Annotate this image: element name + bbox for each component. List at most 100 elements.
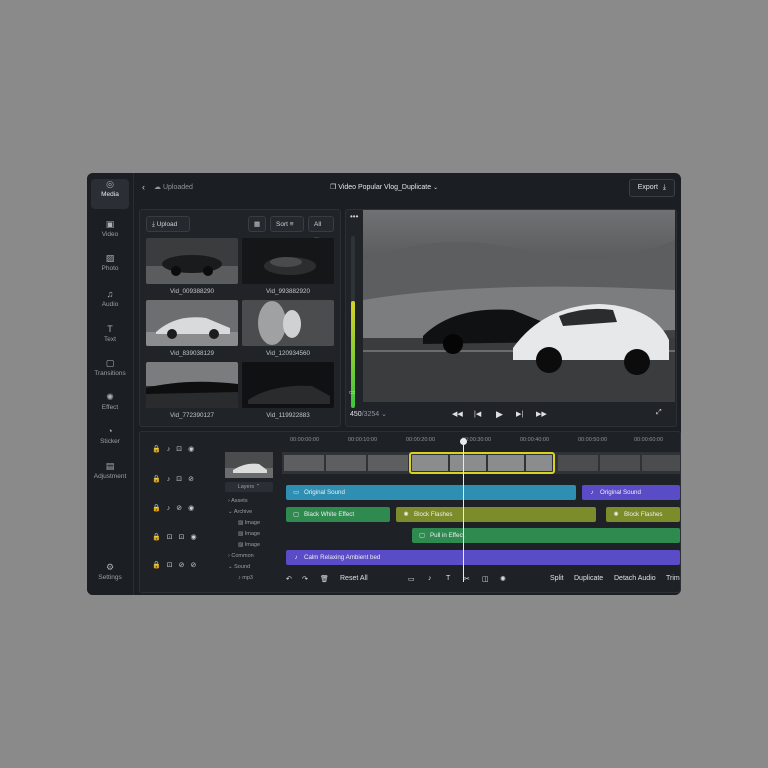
clip-original-sound-1[interactable]: ▭ Original Sound	[286, 485, 576, 500]
media-caption-2: Vid_993882920	[265, 288, 310, 295]
nav-text[interactable]: T Text	[91, 324, 129, 354]
nav-transitions-label: Transitions	[94, 370, 126, 377]
frame-total: /3254	[361, 411, 380, 418]
clip-black-white-effect[interactable]: ▢ Black White Effect	[286, 507, 390, 522]
clip-label: Calm Relaxing Ambient bed	[304, 554, 381, 561]
effect-icon: ▢	[419, 532, 425, 539]
nav-video[interactable]: ▣ Video	[91, 219, 129, 249]
effect-tool-icon[interactable]: ✺	[500, 575, 506, 583]
adjustment-icon: ▤	[105, 461, 115, 471]
ruler-tick-1: 00:00:10:00	[348, 437, 378, 443]
upload-button[interactable]: ⤓ Upload	[146, 216, 190, 232]
tree-image-2[interactable]: ▨ Image	[238, 531, 260, 537]
tree-mp3[interactable]: ♪ mp3	[238, 575, 253, 581]
rewind-icon[interactable]: ◀◀	[452, 410, 463, 418]
split-button[interactable]: Split	[550, 575, 564, 582]
media-caption-6: Vid_119922883	[266, 412, 310, 419]
tree-image-3[interactable]: ▨ Image	[238, 542, 260, 548]
track-controls-4[interactable]: 🔒⊡⊡◉	[152, 533, 203, 541]
video-preview[interactable]	[363, 210, 675, 402]
clip-pull-in-effect[interactable]: ▢ Pull in Effect	[412, 528, 680, 543]
tree-assets[interactable]: › Assets	[228, 498, 248, 504]
video-editor-window: ◎ Media ▣ Video ▨ Photo ♫ Audio T Text ▢…	[87, 173, 681, 595]
trim-button[interactable]: Trim	[666, 575, 680, 582]
clip-block-flashes-1[interactable]: ✺ Block Flashes	[396, 507, 596, 522]
photo-icon: ▨	[105, 253, 115, 263]
preview-panel: ••• ▭ 450/3254 ⌄ ◀◀ |◀ ▶ ▶| ▶▶ ⤢	[345, 209, 677, 427]
nav-photo[interactable]: ▨ Photo	[91, 253, 129, 283]
media-thumb-5[interactable]	[146, 362, 238, 408]
reset-all-button[interactable]: Reset All	[340, 575, 368, 582]
project-title[interactable]: ❐ Video Popular Vlog_Duplicate ⌄	[330, 183, 438, 191]
effect-icon: ✺	[106, 392, 114, 402]
layer-thumb-image[interactable]	[225, 452, 273, 478]
clip-ambient-bed[interactable]: ♪ Calm Relaxing Ambient bed	[286, 550, 680, 565]
back-button[interactable]: ‹	[142, 182, 145, 192]
frame-current: 450	[350, 411, 362, 418]
upload-icon: ⤓	[152, 221, 155, 228]
layers-dropdown[interactable]: Layers ⌃	[225, 482, 273, 492]
more-icon[interactable]: •••	[350, 212, 358, 221]
sort-button[interactable]: Sort ≡	[270, 216, 304, 232]
nav-sticker[interactable]: ◔ Sticker	[91, 426, 129, 456]
play-icon[interactable]: ▶	[496, 409, 503, 420]
track-controls-2[interactable]: 🔒♪⊡⊘	[152, 475, 200, 483]
media-thumb-1[interactable]	[146, 238, 238, 284]
filter-button[interactable]: All ▽	[308, 216, 334, 244]
upload-status-label: Uploaded	[162, 184, 193, 191]
clip-original-sound-2[interactable]: ♪ Original Sound	[582, 485, 680, 500]
redo-icon[interactable]: ↷	[302, 575, 308, 583]
nav-adjustment[interactable]: ▤ Adjustment	[91, 461, 129, 491]
video-track-strip[interactable]	[282, 452, 680, 474]
media-thumb-6[interactable]	[242, 362, 334, 408]
media-thumb-3[interactable]	[146, 300, 238, 346]
detach-audio-button[interactable]: Detach Audio	[614, 575, 656, 582]
track-controls-1[interactable]: 🔒♪⊡◉	[152, 445, 200, 453]
undo-icon[interactable]: ↶	[286, 575, 292, 583]
sticker-icon: ◔	[107, 426, 113, 436]
layers-label: Layers	[237, 484, 255, 490]
tree-sound[interactable]: ⌄ Sound	[228, 564, 250, 570]
video-icon: ▭	[293, 489, 299, 496]
grid-view-button[interactable]: ▦	[248, 216, 266, 232]
media-thumb-4[interactable]	[242, 300, 334, 346]
text-tool-icon[interactable]: T	[446, 575, 450, 582]
nav-effect[interactable]: ✺ Effect	[91, 392, 129, 422]
tree-archive[interactable]: ⌄ Archive	[228, 509, 252, 515]
nav-audio[interactable]: ♫ Audio	[91, 289, 129, 319]
nav-settings[interactable]: ⚙ Settings	[91, 562, 129, 592]
trash-icon[interactable]: 🗑	[320, 575, 329, 583]
clip-label: Original Sound	[304, 489, 345, 496]
clip-block-flashes-2[interactable]: ✺ Block Flashes	[606, 507, 680, 522]
fullscreen-icon[interactable]: ⤢	[656, 409, 662, 417]
nav-media[interactable]: ◎ Media	[91, 179, 129, 209]
audio-tool-icon[interactable]: ♪	[428, 575, 432, 582]
thumb-image-6	[242, 362, 334, 408]
nav-text-label: Text	[104, 336, 116, 343]
tree-common-label: Common	[231, 553, 254, 559]
thumb-image-5	[146, 362, 238, 408]
music-icon: ♪	[590, 489, 594, 496]
media-thumb-2[interactable]	[242, 238, 334, 284]
thumb-image-1	[146, 238, 238, 284]
step-back-icon[interactable]: |◀	[474, 410, 481, 418]
fast-forward-icon[interactable]: ▶▶	[536, 410, 547, 418]
track-controls-5[interactable]: 🔒⊡⊘⊘	[152, 561, 202, 569]
camera-icon[interactable]: ▭	[349, 388, 356, 396]
video-tool-icon[interactable]: ▭	[408, 575, 415, 583]
tree-mp3-label: mp3	[242, 575, 253, 581]
nav-transitions[interactable]: ▢ Transitions	[91, 358, 129, 388]
transitions-icon: ▢	[105, 358, 115, 368]
nav-sticker-label: Sticker	[100, 438, 120, 445]
tree-common[interactable]: › Common	[228, 553, 254, 559]
crop-icon[interactable]: ◫	[482, 575, 489, 583]
scissors-icon[interactable]: ✂	[464, 575, 470, 583]
text-icon: T	[107, 324, 113, 334]
step-forward-icon[interactable]: ▶|	[516, 410, 523, 418]
tree-image-1[interactable]: ▨ Image	[238, 520, 260, 526]
duplicate-button[interactable]: Duplicate	[574, 575, 603, 582]
chevron-down-icon[interactable]: ⌄	[381, 411, 387, 418]
export-button[interactable]: Export ⤓	[628, 179, 675, 197]
playhead[interactable]	[460, 438, 467, 582]
track-controls-3[interactable]: 🔒♪⊘◉	[152, 504, 200, 512]
